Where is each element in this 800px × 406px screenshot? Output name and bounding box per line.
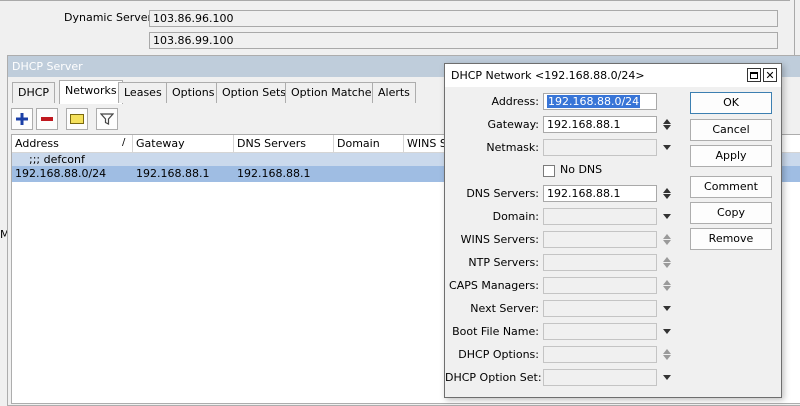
address-input[interactable]: 192.168.88.0/24 bbox=[543, 93, 657, 110]
comment-button[interactable]: Comment bbox=[690, 176, 772, 198]
tab-alerts[interactable]: Alerts bbox=[372, 82, 416, 103]
up-arrow-icon bbox=[663, 234, 671, 239]
ntp-servers-updown[interactable] bbox=[661, 254, 673, 271]
caps-managers-updown[interactable] bbox=[661, 277, 673, 294]
down-arrow-icon bbox=[663, 194, 671, 199]
wins-servers-updown[interactable] bbox=[661, 231, 673, 248]
up-arrow-icon bbox=[663, 257, 671, 262]
tab-options[interactable]: Options bbox=[166, 82, 221, 103]
down-arrow-icon bbox=[663, 355, 671, 360]
up-arrow-icon bbox=[663, 280, 671, 285]
up-arrow-icon bbox=[663, 349, 671, 354]
comment-icon bbox=[70, 114, 84, 124]
dhcp-options-input[interactable] bbox=[543, 346, 657, 363]
address-value: 192.168.88.0/24 bbox=[547, 95, 641, 108]
tab-option-matcher[interactable]: Option Matcher bbox=[285, 82, 383, 103]
dns-servers-updown[interactable] bbox=[661, 185, 673, 202]
apply-button[interactable]: Apply bbox=[690, 145, 772, 167]
add-button[interactable] bbox=[11, 108, 33, 130]
col-gateway[interactable]: Gateway bbox=[133, 135, 234, 153]
background-scroll-edge bbox=[794, 0, 795, 60]
no-dns-label: No DNS bbox=[560, 163, 603, 176]
wins-servers-input[interactable] bbox=[543, 231, 657, 248]
col-dns-servers[interactable]: DNS Servers bbox=[234, 135, 334, 153]
chevron-down-icon bbox=[663, 329, 671, 334]
chevron-down-icon bbox=[663, 145, 671, 150]
dhcp-option-set-input[interactable] bbox=[543, 369, 657, 386]
filter-icon bbox=[100, 113, 114, 125]
filter-button[interactable] bbox=[96, 108, 118, 130]
next-server-dropdown[interactable] bbox=[661, 300, 673, 317]
comment-button[interactable] bbox=[66, 108, 88, 130]
next-server-input[interactable] bbox=[543, 300, 657, 317]
tab-networks[interactable]: Networks bbox=[59, 80, 123, 104]
col-domain[interactable]: Domain bbox=[334, 135, 404, 153]
down-arrow-icon bbox=[663, 263, 671, 268]
plus-icon bbox=[16, 113, 28, 125]
netmask-label: Netmask: bbox=[486, 141, 539, 154]
dynamic-server-field-2[interactable]: 103.86.99.100 bbox=[149, 32, 778, 49]
down-arrow-icon bbox=[663, 286, 671, 291]
maximize-icon bbox=[750, 71, 758, 79]
cell-gateway: 192.168.88.1 bbox=[136, 167, 210, 180]
close-icon: ✕ bbox=[765, 68, 775, 82]
dns-servers-label: DNS Servers: bbox=[466, 187, 539, 200]
remove-button[interactable]: Remove bbox=[690, 228, 772, 250]
boot-file-name-label: Boot File Name: bbox=[452, 325, 539, 338]
dialog-title-bar[interactable]: DHCP Network <192.168.88.0/24> bbox=[445, 64, 781, 87]
minus-icon bbox=[41, 117, 53, 121]
dhcp-option-set-dropdown[interactable] bbox=[661, 369, 673, 386]
background-frame-top bbox=[0, 0, 790, 1]
ntp-servers-input[interactable] bbox=[543, 254, 657, 271]
caps-managers-label: CAPS Managers: bbox=[449, 279, 539, 292]
next-server-label: Next Server: bbox=[470, 302, 539, 315]
domain-label: Domain: bbox=[492, 210, 539, 223]
cell-address: 192.168.88.0/24 bbox=[15, 167, 107, 180]
gateway-updown[interactable] bbox=[661, 116, 673, 133]
ok-button[interactable]: OK bbox=[690, 92, 772, 114]
close-button[interactable]: ✕ bbox=[763, 68, 777, 82]
dhcp-server-title: DHCP Server bbox=[12, 60, 83, 73]
no-dns-checkbox[interactable] bbox=[543, 165, 555, 177]
dynamic-servers-label: Dynamic Servers: bbox=[64, 11, 162, 24]
remove-button[interactable] bbox=[36, 108, 58, 130]
dialog-title: DHCP Network <192.168.88.0/24> bbox=[451, 69, 645, 82]
cancel-button[interactable]: Cancel bbox=[690, 119, 772, 141]
gateway-input[interactable]: 192.168.88.1 bbox=[543, 116, 657, 133]
caps-managers-input[interactable] bbox=[543, 277, 657, 294]
netmask-dropdown[interactable] bbox=[661, 139, 673, 156]
down-arrow-icon bbox=[663, 125, 671, 130]
dhcp-options-updown[interactable] bbox=[661, 346, 673, 363]
netmask-input[interactable] bbox=[543, 139, 657, 156]
up-arrow-icon bbox=[663, 119, 671, 124]
down-arrow-icon bbox=[663, 240, 671, 245]
wins-servers-label: WINS Servers: bbox=[460, 233, 539, 246]
gateway-label: Gateway: bbox=[487, 118, 540, 131]
chevron-down-icon bbox=[663, 306, 671, 311]
dhcp-option-set-label: DHCP Option Set: bbox=[445, 371, 542, 384]
dhcp-options-label: DHCP Options: bbox=[458, 348, 539, 361]
dynamic-server-field-1[interactable]: 103.86.96.100 bbox=[149, 10, 778, 27]
boot-file-name-dropdown[interactable] bbox=[661, 323, 673, 340]
dns-servers-input[interactable]: 192.168.88.1 bbox=[543, 185, 657, 202]
dhcp-network-dialog: DHCP Network <192.168.88.0/24> ✕ Address… bbox=[444, 63, 782, 398]
copy-button[interactable]: Copy bbox=[690, 202, 772, 224]
address-label: Address: bbox=[491, 95, 539, 108]
domain-input[interactable] bbox=[543, 208, 657, 225]
boot-file-name-input[interactable] bbox=[543, 323, 657, 340]
col-address[interactable]: Address bbox=[12, 135, 133, 153]
tab-option-sets[interactable]: Option Sets bbox=[216, 82, 293, 103]
cell-dns: 192.168.88.1 bbox=[237, 167, 311, 180]
maximize-button[interactable] bbox=[747, 68, 761, 82]
tab-dhcp[interactable]: DHCP bbox=[12, 82, 56, 103]
sort-indicator-icon: / bbox=[122, 137, 126, 148]
up-arrow-icon bbox=[663, 188, 671, 193]
tab-leases[interactable]: Leases bbox=[118, 82, 168, 103]
chevron-down-icon bbox=[663, 214, 671, 219]
ntp-servers-label: NTP Servers: bbox=[468, 256, 539, 269]
domain-dropdown[interactable] bbox=[661, 208, 673, 225]
chevron-down-icon bbox=[663, 375, 671, 380]
